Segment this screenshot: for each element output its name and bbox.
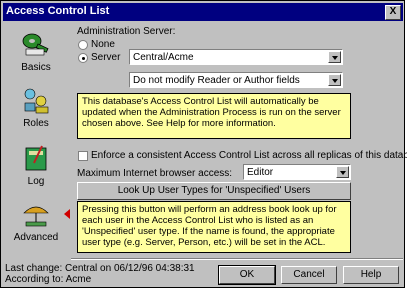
sidebar-item-label: Log bbox=[27, 176, 45, 187]
chevron-down-icon[interactable] bbox=[328, 74, 341, 86]
according-to-text: According to: Acme bbox=[5, 274, 92, 285]
ok-button[interactable]: OK bbox=[218, 265, 276, 285]
advanced-icon bbox=[23, 206, 49, 227]
sidebar-item-basics[interactable]: Basics bbox=[4, 29, 68, 73]
none-radio[interactable] bbox=[78, 40, 88, 50]
server-radio[interactable] bbox=[78, 53, 88, 63]
server-select-value: Central/Acme bbox=[133, 52, 194, 63]
sidebar-item-label: Advanced bbox=[13, 232, 59, 243]
internet-access-label: Maximum Internet browser access: bbox=[77, 168, 233, 179]
sidebar-item-label: Roles bbox=[23, 118, 49, 129]
internet-access-select[interactable]: Editor bbox=[243, 164, 351, 180]
footer-info: Last change: Central on 06/12/96 04:38:3… bbox=[5, 263, 195, 285]
admin-server-heading: Administration Server: bbox=[77, 26, 176, 37]
sidebar-item-advanced[interactable]: Advanced bbox=[4, 199, 70, 243]
reader-author-select[interactable]: Do not modify Reader or Author fields bbox=[129, 72, 343, 88]
admin-note: This database's Access Control List will… bbox=[77, 93, 351, 139]
lookup-user-types-button[interactable]: Look Up User Types for 'Unspecified' Use… bbox=[77, 182, 351, 200]
selected-marker bbox=[64, 209, 70, 219]
key-icon bbox=[22, 33, 49, 56]
close-button[interactable]: X bbox=[385, 5, 401, 20]
cancel-button[interactable]: Cancel bbox=[281, 266, 337, 284]
enforce-label: Enforce a consistent Access Control List… bbox=[91, 150, 407, 161]
roles-icon bbox=[24, 88, 49, 114]
server-select[interactable]: Central/Acme bbox=[129, 49, 343, 65]
lookup-note: Pressing this button will perform an add… bbox=[77, 201, 351, 253]
sidebar-item-roles[interactable]: Roles bbox=[4, 85, 68, 129]
internet-access-value: Editor bbox=[247, 167, 274, 178]
sidebar: Basics Roles Log Advanced bbox=[4, 23, 70, 255]
chevron-down-icon[interactable] bbox=[328, 51, 341, 63]
sidebar-item-label: Basics bbox=[21, 62, 51, 73]
reader-author-select-value: Do not modify Reader or Author fields bbox=[133, 75, 300, 86]
sidebar-item-log[interactable]: Log bbox=[4, 143, 68, 187]
server-radio-label: Server bbox=[91, 52, 121, 63]
enforce-checkbox[interactable] bbox=[78, 151, 88, 161]
log-icon bbox=[25, 145, 47, 171]
window-title: Access Control List bbox=[6, 5, 110, 17]
help-button[interactable]: Help bbox=[343, 266, 399, 284]
last-change-text: Last change: Central on 06/12/96 04:38:3… bbox=[5, 263, 195, 274]
divider bbox=[71, 258, 403, 260]
none-radio-label: None bbox=[91, 39, 115, 50]
acl-dialog: Access Control List X Basics Roles Log A… bbox=[0, 0, 407, 288]
title-bar: Access Control List X bbox=[3, 3, 403, 21]
chevron-down-icon[interactable] bbox=[336, 166, 349, 178]
advanced-panel: Administration Server: None Server Centr… bbox=[71, 23, 407, 255]
